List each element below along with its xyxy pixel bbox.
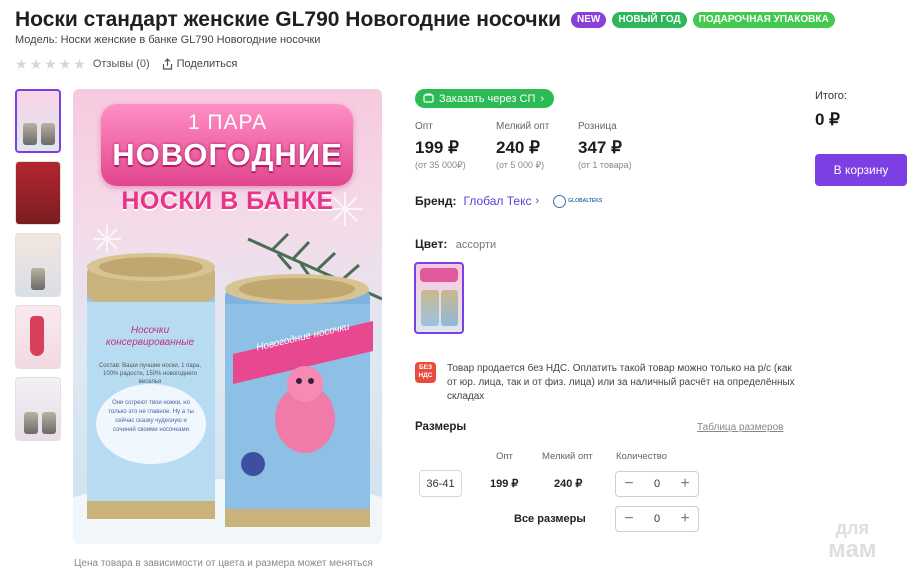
- watermark: для мам: [828, 517, 877, 563]
- col-header-quantity: Количество: [616, 451, 668, 462]
- star-icon: ★: [58, 56, 72, 72]
- badge-new-year[interactable]: НОВЫЙ ГОД: [612, 12, 687, 28]
- price-note: (от 35 000₽): [415, 160, 466, 170]
- color-value: ассорти: [455, 239, 497, 251]
- product-model: Модель: Носки женские в банке GL790 Ново…: [15, 34, 321, 46]
- minus-button[interactable]: −: [622, 476, 636, 492]
- quantity-value[interactable]: 0: [654, 513, 660, 525]
- col-header-opt: Опт: [496, 451, 513, 462]
- swatch-can-shape: [441, 290, 458, 326]
- thumbnail-3[interactable]: [15, 233, 61, 297]
- brand-label: Бренд:: [415, 194, 457, 208]
- thumb-can-shape: [42, 412, 56, 434]
- rating-row: ★ ★ ★ ★ ★ Отзывы (0) Поделиться: [15, 57, 237, 71]
- price-small-wholesale: Мелкий опт 240 ₽ (от 5 000 ₽): [496, 121, 549, 171]
- can-composition: Состав: Ваши лучшие носки, 1 пара, 100% …: [98, 363, 202, 385]
- thumb-sock-shape: [30, 316, 44, 356]
- thumbnail-1[interactable]: [15, 89, 61, 153]
- can-left: [87, 253, 215, 519]
- price-label: Опт: [415, 121, 433, 132]
- share-icon: [162, 58, 172, 70]
- thumbnail-4[interactable]: [15, 305, 61, 369]
- image-text-newyear: НОВОГОДНИЕ: [112, 137, 343, 172]
- order-via-sp-label: Заказать через СП: [439, 92, 536, 105]
- sizes-heading: Размеры: [415, 421, 467, 433]
- star-icon: ★: [29, 56, 43, 72]
- thumb-can-shape: [23, 123, 37, 145]
- share-label: Поделиться: [176, 58, 238, 70]
- thumb-can-shape: [41, 123, 55, 145]
- price-note: (от 5 000 ₽): [496, 160, 545, 170]
- swatch-can-shape: [421, 290, 439, 326]
- plus-button[interactable]: +: [678, 476, 692, 492]
- brand-link[interactable]: Глобал Текс: [464, 194, 532, 208]
- col-header-small-opt: Мелкий опт: [542, 451, 593, 462]
- badge-new: NEW: [571, 12, 607, 28]
- color-label: Цвет:: [415, 237, 448, 251]
- price-value: 199 ₽: [415, 138, 459, 157]
- product-main-image[interactable]: 1 ПАРА НОВОГОДНИЕ НОСКИ В БАНКЕ Носочки …: [73, 89, 382, 544]
- can-right: [225, 274, 373, 527]
- share-button[interactable]: Поделиться: [162, 58, 238, 70]
- can-wish: Они согреют твои ножки, но только это не…: [108, 400, 194, 433]
- watermark-line2: мам: [828, 536, 877, 563]
- star-icon: ★: [44, 56, 57, 72]
- order-via-sp-button[interactable]: Заказать через СП ›: [415, 89, 555, 108]
- title-row: Носки стандарт женские GL790 Новогодние …: [15, 8, 835, 32]
- rating-stars[interactable]: ★ ★ ★ ★ ★: [15, 57, 86, 71]
- no-vat-icon: БЕЗ НДС: [415, 362, 436, 383]
- size-chart-link[interactable]: Таблица размеров: [697, 422, 783, 433]
- size-price-opt: 199 ₽: [490, 478, 519, 490]
- size-option[interactable]: 36-41: [419, 470, 462, 497]
- thumb-can-shape: [31, 268, 45, 290]
- quantity-stepper: − 0 +: [615, 471, 699, 497]
- thumbnail-list: [15, 89, 63, 449]
- price-wholesale: Опт 199 ₽ (от 35 000₽): [415, 121, 466, 171]
- add-to-cart-button[interactable]: В корзину: [815, 154, 907, 186]
- vat-notice: Товар продается без НДС. Оплатить такой …: [447, 363, 795, 402]
- total-label: Итого:: [815, 90, 847, 102]
- brand-row: Бренд: Глобал Текс › GLOBALTEKS: [415, 194, 602, 208]
- quantity-value[interactable]: 0: [654, 478, 660, 490]
- thumbnail-5[interactable]: [15, 377, 61, 441]
- thumb-can-shape: [24, 412, 38, 434]
- thumbnail-2[interactable]: [15, 161, 61, 225]
- badge-gift-packaging[interactable]: ПОДАРОЧНАЯ УПАКОВКА: [692, 12, 835, 28]
- can-label-left: Носочки консервированные: [91, 325, 209, 349]
- brand-logo-text: GLOBALTEKS: [568, 198, 603, 204]
- star-icon: ★: [15, 56, 28, 72]
- image-text-pair: 1 ПАРА: [187, 111, 268, 134]
- image-text-socks-in-can: НОСКИ В БАНКЕ: [121, 187, 334, 215]
- price-label: Мелкий опт: [496, 121, 550, 132]
- color-swatch-assorted[interactable]: [414, 262, 464, 334]
- chevron-right-icon: ›: [535, 195, 540, 207]
- all-sizes-stepper: − 0 +: [615, 506, 699, 532]
- star-icon: ★: [73, 56, 86, 72]
- price-retail: Розница 347 ₽ (от 1 товара): [578, 121, 632, 170]
- product-title: Носки стандарт женские GL790 Новогодние …: [15, 8, 562, 31]
- price-disclaimer: Цена товара в зависимости от цвета и раз…: [74, 558, 373, 569]
- brand-logo: GLOBALTEKS: [553, 194, 603, 208]
- minus-button[interactable]: −: [622, 511, 636, 527]
- chevron-right-icon: ›: [540, 92, 545, 105]
- globe-icon: [553, 194, 567, 208]
- swatch-banner-shape: [420, 268, 458, 282]
- cart-icon: [423, 93, 434, 103]
- price-label: Розница: [578, 121, 617, 132]
- can-label-line2: консервированные: [105, 337, 195, 348]
- price-value: 240 ₽: [496, 138, 540, 157]
- total-block: Итого: 0 ₽: [815, 90, 847, 130]
- color-row: Цвет: ассорти: [415, 237, 496, 251]
- reviews-link[interactable]: Отзывы (0): [93, 58, 150, 70]
- all-sizes-label: Все размеры: [514, 513, 586, 525]
- price-value: 347 ₽: [578, 138, 622, 157]
- price-note: (от 1 товара): [578, 160, 632, 170]
- total-value: 0 ₽: [815, 110, 840, 129]
- can-label-line1: Носочки: [130, 325, 170, 336]
- plus-button[interactable]: +: [678, 511, 692, 527]
- size-price-small-opt: 240 ₽: [554, 478, 583, 490]
